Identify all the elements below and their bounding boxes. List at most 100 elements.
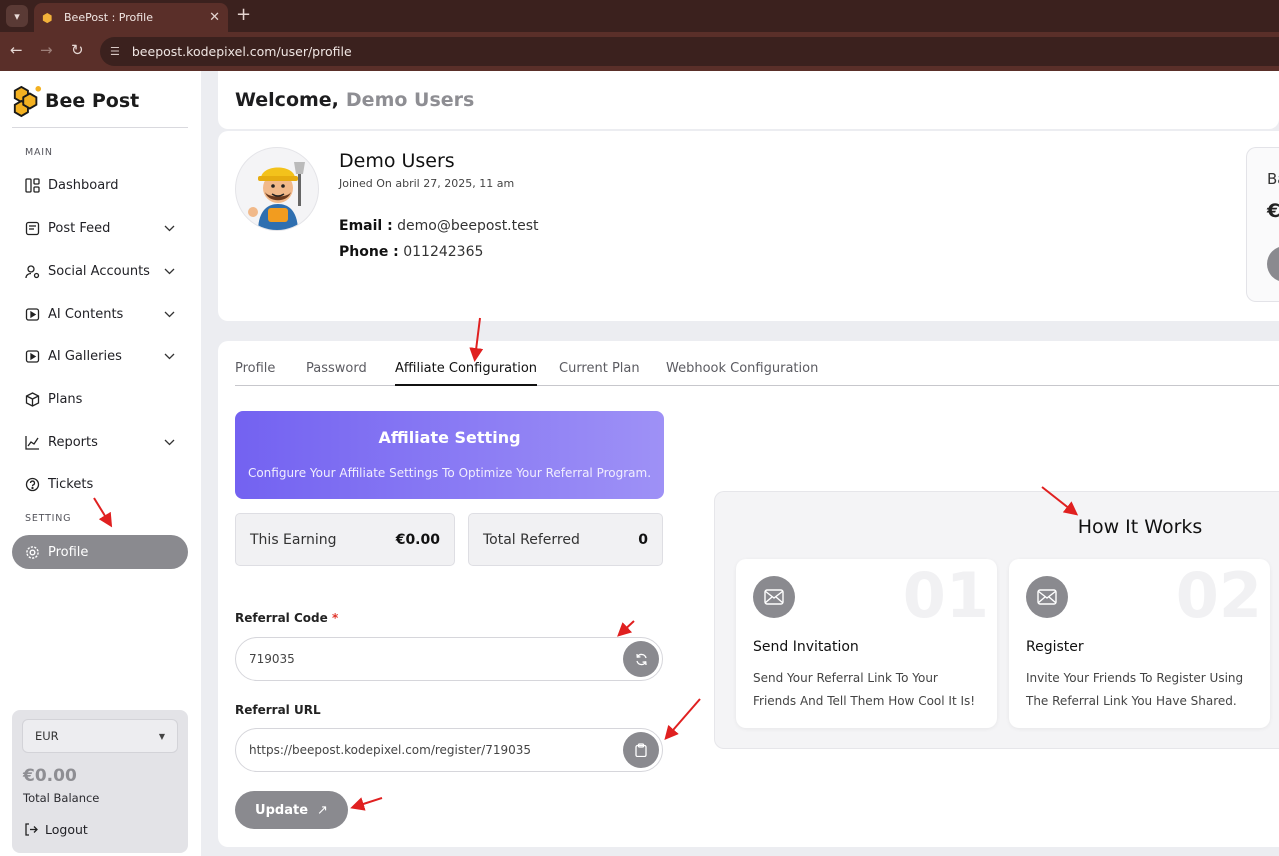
step-title: Register	[1026, 639, 1084, 655]
referred-label: Total Referred	[483, 531, 580, 548]
referral-url-label: Referral URL	[235, 703, 321, 717]
brand-logo[interactable]: Bee Post	[12, 84, 139, 118]
phone-row: Phone : 011242365	[339, 244, 483, 260]
sidebar-item-label: Post Feed	[48, 220, 111, 236]
earning-value: €0.00	[395, 531, 440, 548]
new-tab-button[interactable]: +	[236, 5, 251, 25]
sidebar-item-label: AI Contents	[48, 306, 124, 322]
update-label: Update	[255, 802, 309, 818]
back-icon[interactable]: ←	[10, 41, 23, 59]
bee-favicon-icon: ⬢	[42, 10, 53, 25]
sidebar-item-ai-galleries[interactable]: AI Galleries	[12, 339, 188, 373]
step-card: 01 Send Invitation Send Your Referral Li…	[736, 559, 997, 728]
sidebar-item-label: Dashboard	[48, 177, 119, 193]
sidebar: Bee Post MAIN Dashboard Post Feed Social…	[0, 71, 201, 856]
sidebar-item-profile[interactable]: Profile	[12, 535, 188, 569]
sidebar-item-label: Profile	[48, 544, 89, 560]
email-value: demo@beepost.test	[397, 218, 539, 234]
reports-icon	[24, 434, 40, 450]
phone-label: Phone :	[339, 244, 399, 260]
url-text: beepost.kodepixel.com/user/profile	[131, 44, 352, 59]
balance-summary-button[interactable]	[1267, 246, 1279, 282]
logout-label: Logout	[45, 821, 88, 837]
tab-affiliate-configuration[interactable]: Affiliate Configuration	[395, 361, 538, 386]
tab-title: BeePost : Profile	[64, 11, 153, 24]
address-bar: ← → ↻ ☰ beepost.kodepixel.com/user/profi…	[0, 32, 1279, 71]
total-balance-amount: €0.00	[23, 766, 77, 786]
tab-password[interactable]: Password	[306, 361, 367, 386]
welcome-header: Welcome, Demo Users	[218, 71, 1279, 129]
sidebar-item-label: Social Accounts	[48, 263, 150, 279]
chevron-down-icon	[162, 311, 176, 318]
chevron-down-icon	[162, 439, 176, 446]
welcome-user-name: Demo Users	[345, 89, 475, 111]
profile-tabs: Profile Password Affiliate Configuration…	[235, 361, 1279, 386]
tab-profile[interactable]: Profile	[235, 361, 275, 386]
forward-icon[interactable]: →	[40, 41, 53, 59]
avatar	[235, 147, 319, 231]
logout-button[interactable]: Logout	[23, 821, 88, 837]
browser-tab-strip: ▾ ⬢ BeePost : Profile ✕ +	[0, 0, 1279, 32]
how-it-works-card: How It Works 01 Send Invitation Send You…	[714, 491, 1279, 749]
settings-card: Profile Password Affiliate Configuration…	[218, 341, 1279, 847]
step-description: Send Your Referral Link To Your Friends …	[753, 671, 976, 708]
balance-summary-card: Ba €	[1246, 147, 1279, 302]
gear-icon	[24, 544, 40, 560]
url-field[interactable]: ☰ beepost.kodepixel.com/user/profile	[100, 37, 1279, 66]
referral-code-label: Referral Code *	[235, 611, 338, 625]
copy-url-button[interactable]	[623, 732, 659, 768]
sidebar-item-social-accounts[interactable]: Social Accounts	[12, 254, 188, 288]
beekeeper-avatar-icon	[248, 162, 305, 230]
sidebar-item-dashboard[interactable]: Dashboard	[12, 168, 188, 202]
caret-down-icon: ▼	[158, 731, 165, 741]
tickets-icon	[24, 476, 40, 492]
envelope-icon	[1026, 576, 1068, 618]
email-label: Email :	[339, 218, 393, 234]
affiliate-banner: Affiliate Setting Configure Your Affilia…	[235, 411, 664, 499]
sidebar-item-post-feed[interactable]: Post Feed	[12, 211, 188, 245]
phone-value: 011242365	[403, 244, 484, 260]
currency-select[interactable]: EUR ▼	[22, 719, 178, 753]
sidebar-item-reports[interactable]: Reports	[12, 425, 188, 459]
profile-card: Demo Users Joined On abril 27, 2025, 11 …	[218, 131, 1279, 321]
step-description: Invite Your Friends To Register Using Th…	[1026, 671, 1244, 708]
tab-search-icon[interactable]: ▾	[6, 5, 28, 27]
regenerate-code-button[interactable]	[623, 641, 659, 677]
step-title: Send Invitation	[753, 639, 859, 655]
welcome-text: Welcome,	[235, 89, 339, 111]
post-feed-icon	[24, 220, 40, 236]
balance-summary-title: Ba	[1267, 170, 1279, 188]
social-accounts-icon	[24, 263, 40, 279]
update-button[interactable]: Update ↗	[235, 791, 348, 829]
browser-tab[interactable]: ⬢ BeePost : Profile ✕	[34, 3, 228, 32]
required-mark: *	[331, 611, 339, 625]
tab-webhook-configuration[interactable]: Webhook Configuration	[666, 361, 818, 386]
earning-label: This Earning	[250, 531, 337, 548]
sidebar-item-label: Reports	[48, 434, 98, 450]
sidebar-item-ai-contents[interactable]: AI Contents	[12, 297, 188, 331]
tab-current-plan[interactable]: Current Plan	[559, 361, 640, 386]
ai-contents-icon	[24, 306, 40, 322]
referred-value: 0	[638, 531, 648, 548]
referral-url-field[interactable]: https://beepost.kodepixel.com/register/7…	[235, 728, 663, 772]
brand-name: Bee Post	[45, 90, 140, 112]
sidebar-item-plans[interactable]: Plans	[12, 382, 188, 416]
dashboard-icon	[24, 177, 40, 193]
total-balance-label: Total Balance	[23, 791, 100, 805]
chevron-down-icon	[162, 268, 176, 275]
balance-summary-value: €	[1267, 200, 1279, 222]
honeycomb-logo-icon	[13, 85, 42, 118]
joined-date: Joined On abril 27, 2025, 11 am	[339, 177, 515, 190]
ai-galleries-icon	[24, 348, 40, 364]
earning-stat: This Earning €0.00	[235, 513, 455, 566]
sidebar-item-label: Tickets	[48, 476, 94, 492]
site-settings-icon[interactable]: ☰	[110, 45, 120, 58]
affiliate-title: Affiliate Setting	[378, 428, 521, 447]
profile-user-name: Demo Users	[339, 150, 455, 172]
referral-code-field[interactable]: 719035	[235, 637, 663, 681]
close-tab-icon[interactable]: ✕	[209, 10, 220, 25]
sidebar-item-tickets[interactable]: Tickets	[12, 467, 188, 501]
email-row: Email : demo@beepost.test	[339, 218, 539, 234]
arrow-up-right-icon: ↗	[317, 802, 328, 818]
reload-icon[interactable]: ↻	[71, 41, 84, 59]
